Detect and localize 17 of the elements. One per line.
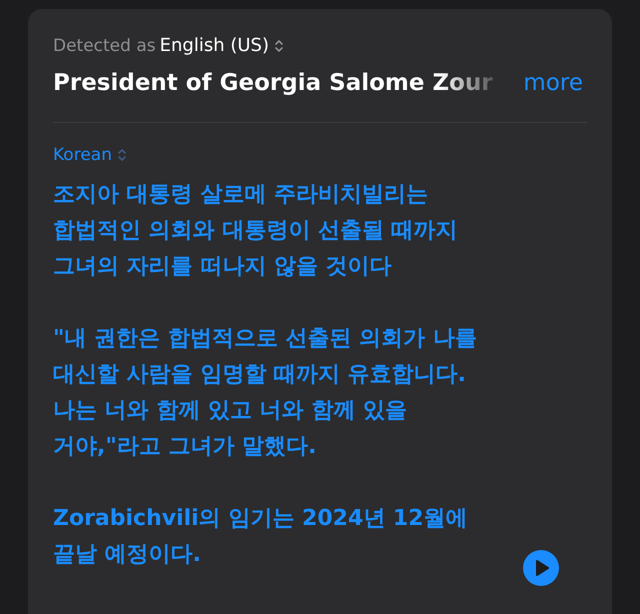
translated-text-line: 나는 너와 함께 있고 너와 함께 있을 xyxy=(53,397,407,425)
source-text: President of Georgia Salome Zour xyxy=(53,70,493,96)
translated-text-line: "내 권한은 합법적으로 선출된 의회가 나를 xyxy=(53,325,477,353)
more-link[interactable]: more xyxy=(523,70,583,96)
detected-label: Detected as xyxy=(53,36,156,56)
translated-text-line: 그녀의 자리를 떠나지 않을 것이다 xyxy=(53,253,392,281)
translated-text-line: 조지아 대통령 살로메 주라비치빌리는 xyxy=(53,181,428,209)
translated-text-line: 끝날 예정이다. xyxy=(53,541,202,569)
translated-text-line: 합법적인 의회와 대통령이 선출될 때까지 xyxy=(53,217,458,245)
source-language-button[interactable]: English (US) xyxy=(160,35,284,56)
translated-text-line: Zorabichvili의 임기는 2024년 12월에 xyxy=(53,505,468,533)
play-icon[interactable] xyxy=(523,550,559,586)
target-language-button[interactable]: Korean xyxy=(53,145,127,165)
chevron-up-down-icon xyxy=(116,148,127,162)
translated-text-line: 대신할 사람을 임명할 때까지 유효합니다. xyxy=(53,361,466,389)
chevron-up-down-icon xyxy=(274,38,284,52)
translated-text-line: 거야,"라고 그녀가 말했다. xyxy=(53,433,316,461)
